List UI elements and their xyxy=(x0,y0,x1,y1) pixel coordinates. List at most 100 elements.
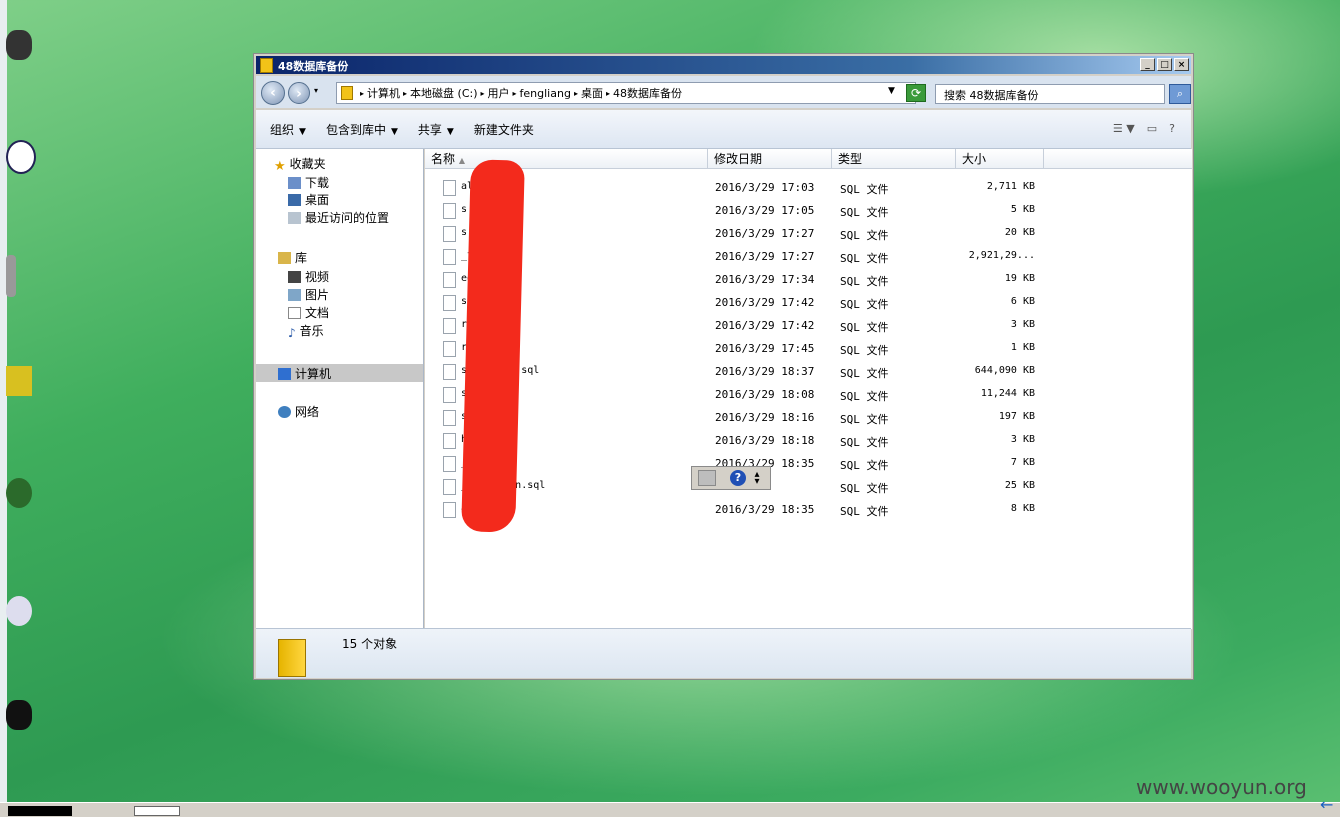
refresh-button[interactable]: ⟳ xyxy=(906,84,926,102)
network-icon xyxy=(278,406,291,418)
file-size: 5 KB xyxy=(1010,204,1035,215)
search-input[interactable]: 搜索 48数据库备份 xyxy=(935,84,1165,104)
desktop-app-icon[interactable] xyxy=(6,596,32,626)
table-row[interactable]: r .sql2016/3/29 17:45SQL 文件1 KB xyxy=(425,338,1192,361)
table-row[interactable]: r 2016/3/29 17:42 SQL 文件 3 KB xyxy=(425,315,1192,338)
table-row[interactable]: s _client.sql2016/3/29 18:37SQL 文件644,09… xyxy=(425,361,1192,384)
table-row[interactable]: s port.sql2016/3/29 17:27SQL 文件20 KB xyxy=(425,223,1192,246)
column-header-name[interactable]: 名称 ▲ xyxy=(425,149,708,169)
include-library-button[interactable]: 包含到库中 ▼ xyxy=(326,121,398,138)
column-header-type[interactable]: 类型 xyxy=(832,149,956,169)
preview-pane-icon[interactable]: ▭ xyxy=(1147,122,1157,135)
options-icon[interactable]: ▴ ▾ xyxy=(752,470,762,487)
new-folder-button[interactable]: 新建文件夹 xyxy=(474,121,534,138)
pictures-icon xyxy=(288,289,301,301)
nav-libraries[interactable]: 库 xyxy=(278,249,307,266)
folder-icon xyxy=(260,58,273,73)
file-size: 8 KB xyxy=(1010,503,1035,514)
table-row[interactable]: s.sql2016/3/29 18:08SQL 文件11,244 KB xyxy=(425,384,1192,407)
help-icon[interactable]: ? xyxy=(730,470,746,486)
breadcrumb-local-disk[interactable]: 本地磁盘 (C:) xyxy=(410,85,477,101)
nav-desktop[interactable]: 桌面 xyxy=(288,191,329,208)
nav-music[interactable]: ♪ 音乐 xyxy=(288,322,324,340)
share-button[interactable]: 共享 ▼ xyxy=(418,121,454,138)
chevron-down-icon: ▼ xyxy=(299,126,306,137)
nav-pictures-label: 图片 xyxy=(305,288,330,302)
start-button[interactable] xyxy=(8,806,72,816)
desktop-app-icon[interactable] xyxy=(6,30,32,60)
downloads-icon xyxy=(288,177,301,189)
maximize-button[interactable]: □ xyxy=(1157,58,1172,71)
taskbar-item[interactable] xyxy=(134,806,180,816)
breadcrumb-users[interactable]: 用户 xyxy=(488,85,510,101)
minimize-button[interactable]: _ xyxy=(1140,58,1155,71)
forward-button[interactable]: › xyxy=(288,82,310,104)
nav-videos[interactable]: 视频 xyxy=(288,268,329,285)
breadcrumb-desktop[interactable]: 桌面 xyxy=(581,85,603,101)
table-row[interactable]: eduler.sql2016/3/29 17:34SQL 文件19 KB xyxy=(425,269,1192,292)
column-header-size[interactable]: 大小 xyxy=(956,149,1044,169)
desktop-icon xyxy=(288,194,301,206)
nav-documents[interactable]: 文档 xyxy=(288,304,329,321)
table-row[interactable]: _tags.sql2016/3/29 17:27SQL 文件2,921,29..… xyxy=(425,246,1192,269)
address-dropdown[interactable]: ▼ xyxy=(888,86,895,96)
close-button[interactable]: × xyxy=(1174,58,1189,71)
sort-ascending-icon: ▲ xyxy=(458,156,465,165)
nav-computer-label: 计算机 xyxy=(295,367,332,381)
table-row[interactable]: al fo.sql2016/3/29 17:03SQL 文件2,711 KB xyxy=(425,177,1192,200)
file-type: SQL 文件 xyxy=(840,390,889,403)
breadcrumb-computer[interactable]: 计算机 xyxy=(367,85,400,101)
desktop-usb-icon[interactable] xyxy=(6,255,16,297)
column-header-date[interactable]: 修改日期 xyxy=(708,149,832,169)
redaction-mark xyxy=(461,159,525,533)
folder-icon xyxy=(341,86,353,100)
title-bar[interactable]: 48数据库备份 _ □ × xyxy=(256,56,1191,74)
file-date: 2016/3/29 17:34 xyxy=(715,273,815,286)
file-size: 2,711 KB xyxy=(986,181,1035,192)
table-row[interactable]: _promotion.sql18:35SQL 文件25 KB xyxy=(425,476,1192,499)
breadcrumb-current[interactable]: 48数据库备份 xyxy=(613,85,682,101)
table-row[interactable]: s ry.sql2016/3/29 17:05SQL 文件5 KB xyxy=(425,200,1192,223)
file-icon xyxy=(443,180,456,196)
back-button[interactable]: ‹ xyxy=(261,81,285,105)
table-row[interactable]: _sys.sql2016/3/29 18:35SQL 文件7 KB xyxy=(425,453,1192,476)
nav-network[interactable]: 网络 xyxy=(278,403,319,420)
desktop-clock-icon[interactable] xyxy=(6,140,36,174)
table-row[interactable]: hl.sql2016/3/29 18:18SQL 文件3 KB xyxy=(425,430,1192,453)
file-type: SQL 文件 xyxy=(840,298,889,311)
file-date: 2016/3/29 17:27 xyxy=(715,250,815,263)
star-icon: ★ xyxy=(274,159,286,174)
file-size: 3 KB xyxy=(1010,319,1035,330)
table-row[interactable]: sql2016/3/29 17:42SQL 文件6 KB xyxy=(425,292,1192,315)
nav-recent[interactable]: 最近访问的位置 xyxy=(288,209,389,226)
file-icon xyxy=(443,341,456,357)
desktop-app-icon[interactable] xyxy=(6,366,32,396)
file-type: SQL 文件 xyxy=(840,252,889,265)
taskbar xyxy=(0,802,1340,817)
file-date: 2016/3/29 18:18 xyxy=(715,434,815,447)
file-type: SQL 文件 xyxy=(840,505,889,518)
details-pane: 15 个对象 xyxy=(256,628,1191,678)
desktop-app-icon[interactable] xyxy=(6,478,32,508)
file-icon xyxy=(443,249,456,265)
desktop-qq-icon[interactable] xyxy=(6,700,32,730)
table-row[interactable]: ata.sql2016/3/29 18:35SQL 文件8 KB xyxy=(425,499,1192,522)
recent-pages-dropdown[interactable]: ▾ xyxy=(314,86,318,95)
nav-computer[interactable]: 计算机 xyxy=(278,365,331,382)
organize-button[interactable]: 组织 ▼ xyxy=(270,121,306,138)
keyboard-icon[interactable] xyxy=(698,470,716,486)
table-row[interactable]: sql2016/3/29 18:16SQL 文件197 KB xyxy=(425,407,1192,430)
nav-pictures[interactable]: 图片 xyxy=(288,286,329,303)
breadcrumb-user[interactable]: fengliang xyxy=(520,87,571,100)
help-icon[interactable]: ? xyxy=(1169,122,1175,135)
file-date: 2016/3/29 18:16 xyxy=(715,411,815,424)
file-size: 11,244 KB xyxy=(980,388,1035,399)
nav-favorites[interactable]: ★ 收藏夹 xyxy=(274,155,326,174)
nav-downloads[interactable]: 下载 xyxy=(288,174,329,191)
recent-places-icon xyxy=(288,212,301,224)
file-type: SQL 文件 xyxy=(840,344,889,357)
address-bar[interactable]: ▸ 计算机 ▸ 本地磁盘 (C:) ▸ 用户 ▸ fengliang ▸ 桌面 ▸ 48数… xyxy=(336,82,916,104)
file-size: 6 KB xyxy=(1010,296,1035,307)
search-icon[interactable]: ⌕ xyxy=(1169,84,1191,104)
view-options-icon[interactable]: ☰ ▼ xyxy=(1113,122,1135,135)
